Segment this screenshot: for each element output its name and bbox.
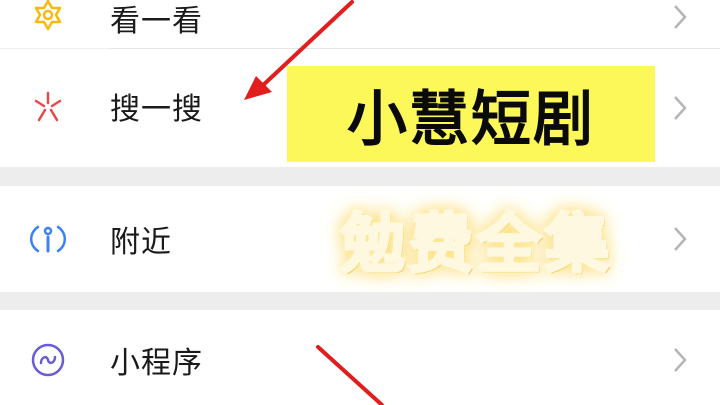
promo-subtitle-banner: 勉费全集 [292, 194, 662, 284]
search-star-icon [30, 89, 66, 125]
look-icon [30, 0, 66, 34]
menu-item-mini-program[interactable]: 小程序 [0, 310, 720, 405]
mini-program-icon [30, 342, 66, 378]
nearby-icon [30, 221, 66, 257]
chevron-right-icon [674, 348, 687, 372]
promo-title: 小慧短剧 [347, 84, 595, 155]
menu-item-label: 看一看 [110, 4, 203, 39]
menu-item-label: 搜一搜 [110, 92, 203, 127]
promo-subtitle: 勉费全集 [340, 207, 613, 284]
chevron-right-icon [674, 5, 687, 29]
menu-item-look[interactable]: 看一看 [0, 0, 720, 48]
chevron-right-icon [674, 227, 687, 251]
promo-title-banner: 小慧短剧 [287, 66, 655, 162]
menu-item-label: 小程序 [110, 346, 203, 381]
menu-item-label: 附近 [110, 225, 172, 260]
chevron-right-icon [674, 96, 687, 120]
